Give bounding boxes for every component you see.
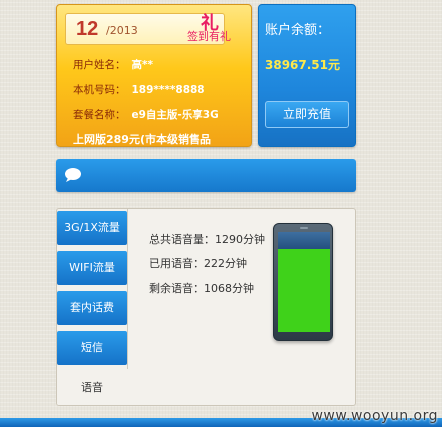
plan-name-label: 套餐名称： [73, 109, 126, 121]
tab-plan-fees[interactable]: 套内话费 [57, 291, 127, 325]
phone-number-label: 本机号码： [73, 84, 126, 96]
watermark: www.wooyun.org [311, 408, 438, 424]
voice-remaining: 剩余语音：1068分钟 [149, 282, 254, 295]
message-bar[interactable] [56, 159, 356, 192]
checkin-gift-badge[interactable]: 礼 签到有礼 [187, 9, 237, 45]
tab-sms[interactable]: 短信 [57, 331, 127, 365]
user-info-card: 12 /2013 礼 签到有礼 用户姓名： 高** 本机号码： 189****888… [56, 4, 252, 147]
phone-speaker [300, 227, 308, 229]
tab-divider [127, 209, 128, 369]
recharge-button[interactable]: 立即充值 [265, 101, 349, 128]
date-year: /2013 [106, 24, 138, 37]
plan-detail-line: 上网版289元(市本级销售品 [73, 133, 211, 146]
chat-bubble-icon [65, 168, 81, 182]
phone-used-portion [278, 232, 330, 249]
phone-number-row: 本机号码： 189****8888 [73, 82, 205, 97]
phone-remaining-portion [278, 249, 330, 332]
voice-total: 总共语音量：1290分钟 [149, 233, 265, 246]
balance-label: 账户余额： [265, 23, 331, 38]
gift-label: 签到有礼 [187, 30, 231, 43]
tab-3g-1x-data[interactable]: 3G/1X流量 [57, 211, 127, 245]
phone-number-value: 189****8888 [131, 84, 205, 96]
plan-name-value: e9自主版-乐享3G [131, 109, 219, 121]
user-name-row: 用户姓名： 高** [73, 57, 153, 72]
tab-voice[interactable]: 语音 [57, 371, 127, 405]
balance-card: 账户余额： 38967.51元 立即充值 [258, 4, 356, 147]
voice-used: 已用语音：222分钟 [149, 257, 247, 270]
tab-wifi-data[interactable]: WIFI流量 [57, 251, 127, 285]
user-name-label: 用户姓名： [73, 59, 126, 71]
plan-name-row: 套餐名称： e9自主版-乐享3G [73, 107, 219, 122]
balance-value: 38967.51元 [265, 58, 341, 72]
usage-panel: 3G/1X流量 WIFI流量 套内话费 短信 语音 总共语音量：1290分钟 已… [56, 208, 356, 406]
user-name-value: 高** [131, 59, 153, 71]
date-day: 12 [76, 18, 99, 40]
phone-usage-gauge [273, 223, 333, 341]
